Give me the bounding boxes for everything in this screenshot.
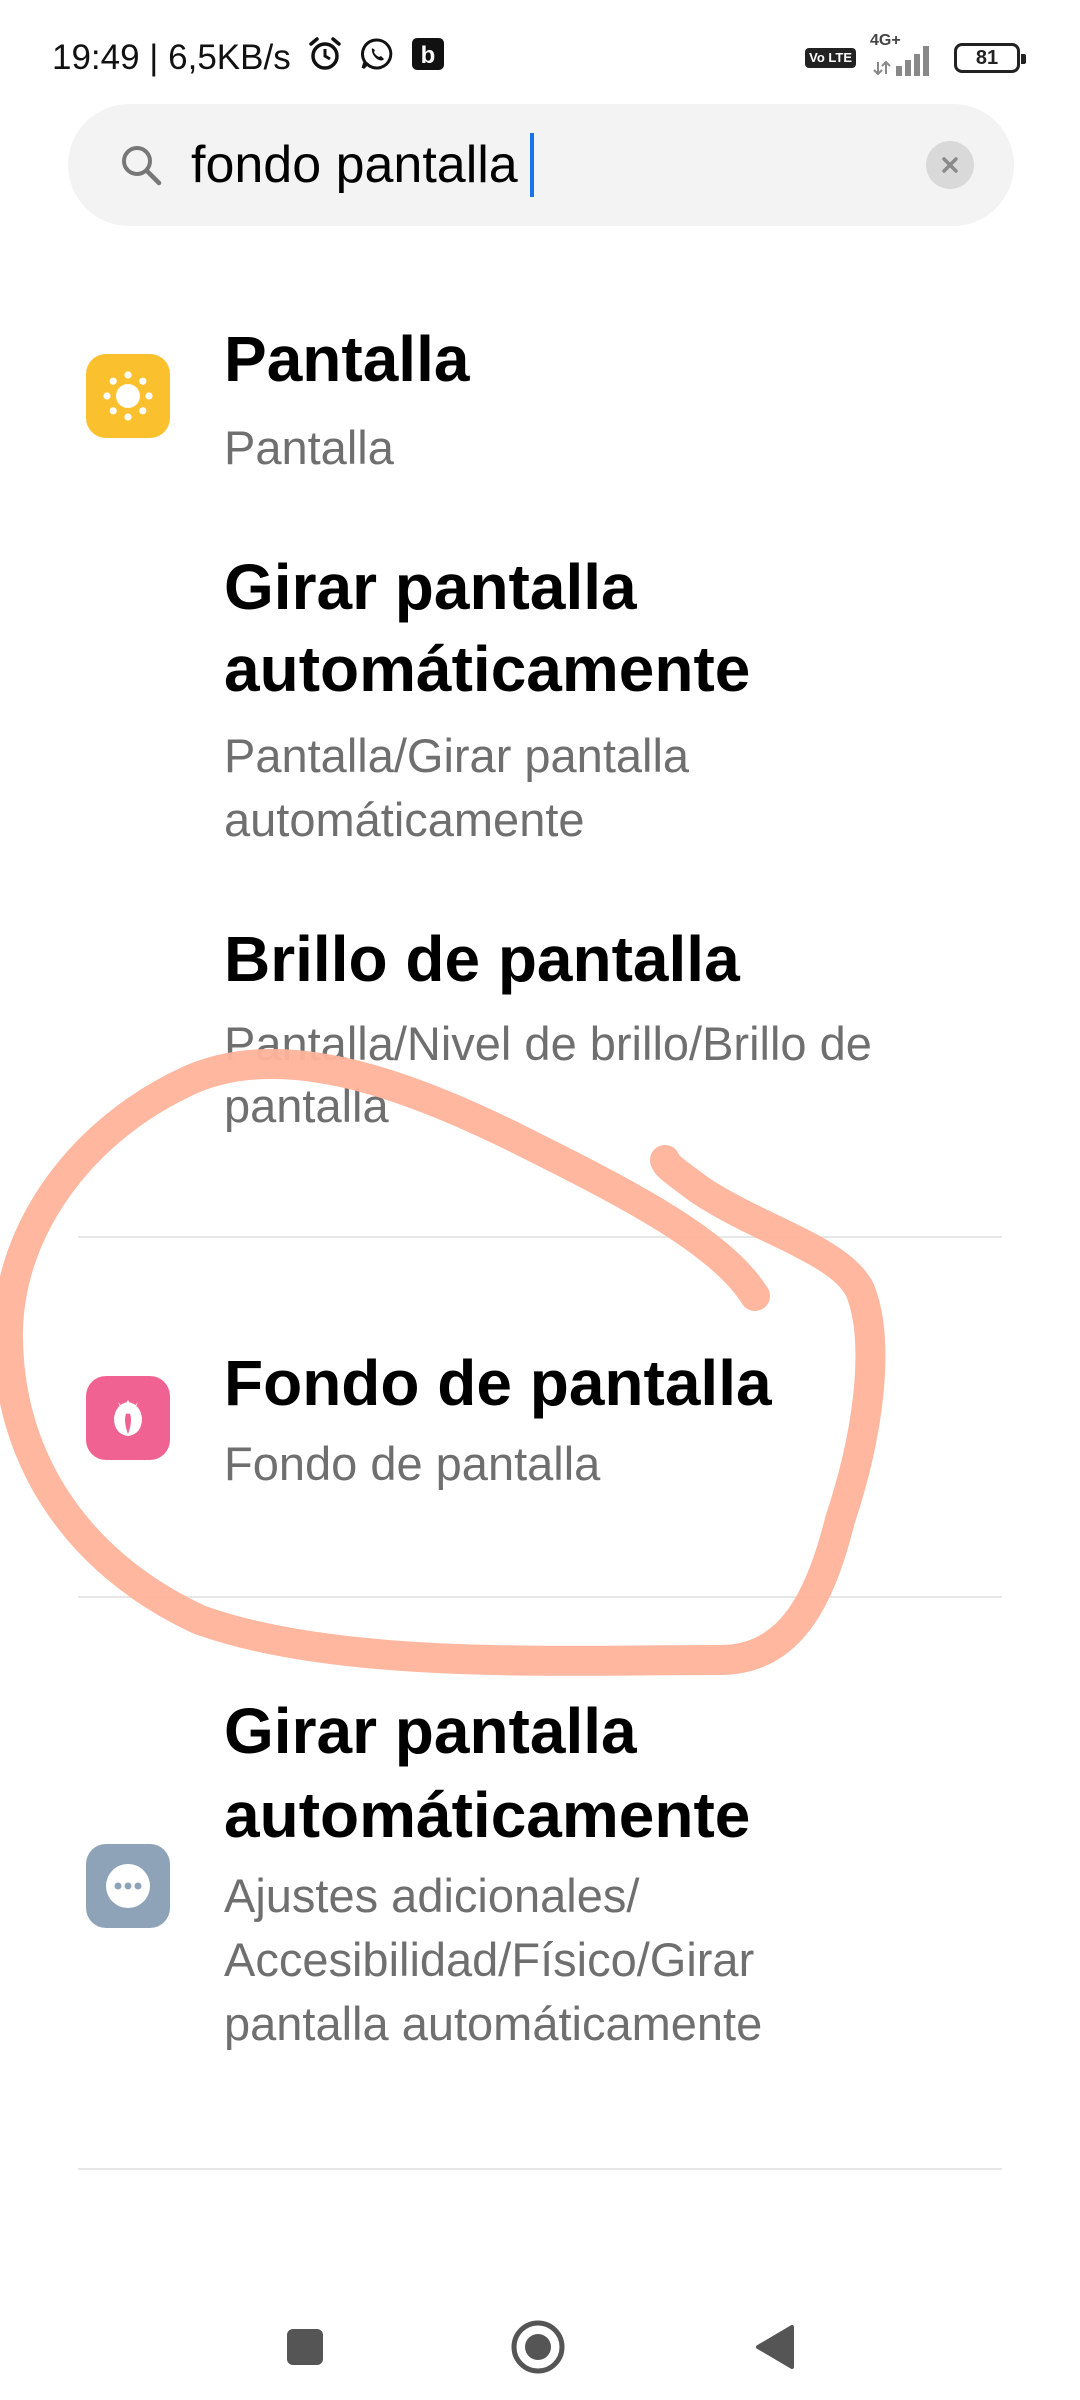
wallpaper-tulip-icon — [86, 1376, 170, 1460]
result-subtitle-line2: pantalla — [224, 1079, 389, 1132]
result-title: Brillo de pantalla — [224, 923, 740, 995]
result-subtitle-line2: automáticamente — [224, 793, 585, 846]
result-title-line1: Girar pantalla — [224, 551, 637, 623]
volte-icon: Vo LTE — [805, 48, 856, 68]
back-triangle-icon — [756, 2325, 794, 2369]
result-item-girar-pantalla-accesibilidad[interactable]: Girar pantalla automáticamente Ajustes a… — [0, 1690, 1080, 2080]
result-subtitle: Pantalla — [224, 421, 394, 474]
result-subtitle-line2: Accesibilidad/Físico/Girar — [224, 1933, 755, 1986]
b-badge-text: b — [420, 42, 435, 69]
close-icon — [942, 157, 958, 173]
result-title: Fondo de pantalla — [224, 1347, 772, 1419]
result-item-fondo-pantalla[interactable]: Fondo de pantalla Fondo de pantalla — [0, 1300, 1080, 1540]
result-subtitle: Fondo de pantalla — [224, 1437, 601, 1490]
battery-level: 81 — [975, 46, 999, 69]
result-item-brillo-pantalla[interactable]: Brillo de pantalla Pantalla/Nivel de bri… — [0, 912, 1080, 1162]
volte-label: Vo LTE — [809, 50, 852, 65]
result-subtitle-line1: Pantalla/Nivel de brillo/Brillo de — [224, 1017, 872, 1070]
clear-search-button[interactable] — [926, 141, 974, 189]
result-subtitle-line1: Pantalla/Girar pantalla — [224, 729, 690, 782]
signal-icon: 4G+ — [870, 32, 940, 78]
divider — [78, 1236, 1002, 1238]
divider — [78, 2168, 1002, 2170]
recents-square-icon — [287, 2329, 323, 2365]
status-left: 19:49 | 6,5KB/s b — [52, 34, 445, 82]
result-item-girar-pantalla[interactable]: Girar pantalla automáticamente Pantalla/… — [0, 540, 1080, 870]
search-input[interactable]: fondo pantalla — [191, 132, 534, 198]
result-title-line1: Girar pantalla — [224, 1695, 637, 1767]
result-subtitle-line3: pantalla automáticamente — [224, 1997, 763, 2050]
home-button[interactable] — [503, 2312, 573, 2382]
b-notification-icon: b — [411, 37, 445, 80]
recents-button[interactable] — [270, 2312, 340, 2382]
back-button[interactable] — [740, 2312, 810, 2382]
search-query: fondo pantalla — [191, 136, 518, 194]
result-title-line2: automáticamente — [224, 1779, 751, 1851]
whatsapp-icon — [359, 36, 395, 81]
divider — [78, 1596, 1002, 1598]
text-caret — [529, 133, 534, 197]
status-time-speed: 19:49 | 6,5KB/s — [52, 38, 291, 77]
battery-icon: 81 — [954, 43, 1026, 73]
search-icon — [122, 146, 162, 186]
status-bar: 19:49 | 6,5KB/s b Vo LTE 4G+ 81 — [0, 0, 1080, 115]
navigation-bar — [0, 2290, 1080, 2400]
result-title: Pantalla — [224, 323, 470, 395]
status-right: Vo LTE 4G+ 81 — [805, 32, 1026, 82]
display-brightness-icon — [86, 354, 170, 438]
result-title-line2: automáticamente — [224, 633, 751, 705]
more-settings-icon — [86, 1844, 170, 1928]
result-item-pantalla[interactable]: Pantalla Pantalla — [0, 300, 1080, 500]
search-bar[interactable]: fondo pantalla — [68, 104, 1014, 226]
alarm-icon — [307, 36, 343, 81]
result-subtitle-line1: Ajustes adicionales/ — [224, 1869, 640, 1922]
home-circle-icon — [511, 2320, 565, 2374]
